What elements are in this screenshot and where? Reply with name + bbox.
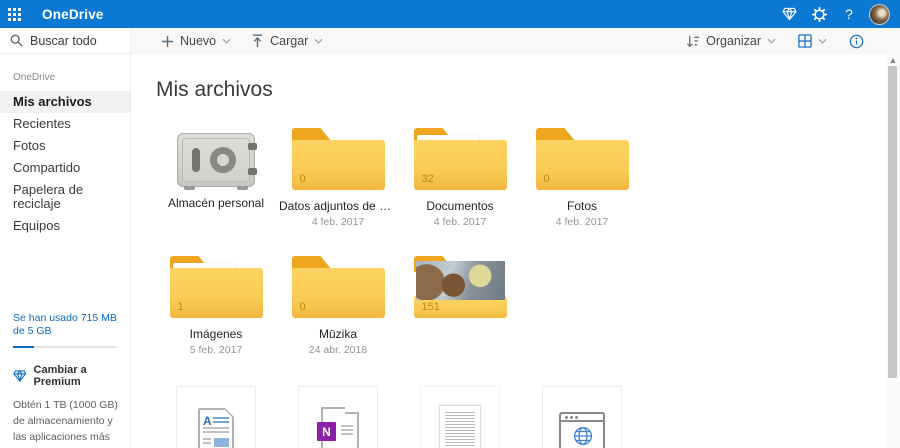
folder-with-photo-icon: 151: [413, 256, 507, 318]
chevron-down-icon: [314, 38, 323, 44]
sidebar-item-compartido[interactable]: Compartido: [0, 157, 130, 179]
storage-progress-bar: [13, 346, 117, 348]
avatar: [868, 3, 890, 25]
sidebar-item-fotos[interactable]: Fotos: [0, 135, 130, 157]
tile-word-file[interactable]: W: [399, 386, 521, 448]
scroll-up-arrow-icon[interactable]: ▲: [886, 54, 900, 66]
search-icon: [10, 34, 23, 47]
sidebar-item-papelera[interactable]: Papelera de reciclaje: [0, 179, 130, 215]
personal-vault-icon: [177, 133, 257, 190]
tile-imagenes[interactable]: 1 Imágenes 5 feb. 2017: [155, 256, 277, 356]
tile-date: 5 feb. 2017: [189, 344, 243, 356]
folder-item-count: 0: [299, 173, 306, 185]
tile-name: Datos adjuntos de corre...: [279, 199, 397, 213]
help-icon[interactable]: ?: [836, 1, 862, 27]
folder-item-count: 1: [177, 301, 184, 313]
content-area: Nuevo Cargar Organizar Mis archivos Alma…: [131, 28, 900, 448]
folder-item-count: 0: [299, 301, 306, 313]
tile-onenote-file[interactable]: N: [277, 386, 399, 448]
vertical-scrollbar[interactable]: ▲: [886, 54, 900, 448]
folder-icon: 32: [413, 128, 507, 190]
folder-row-2: 1 Imágenes 5 feb. 2017 0 Mūzika 24 abr. …: [155, 256, 886, 356]
new-button[interactable]: Nuevo: [155, 34, 237, 48]
storage-usage-link[interactable]: Se han usado 715 MB de 5 GB: [13, 312, 121, 338]
sidebar-item-equipos[interactable]: Equipos: [0, 215, 130, 237]
info-icon: [849, 34, 864, 48]
file-card: A: [176, 386, 256, 448]
search-box[interactable]: [0, 28, 130, 54]
tile-datos-adjuntos[interactable]: 0 Datos adjuntos de corre... 4 feb. 2017: [277, 128, 399, 228]
folder-item-count: 151: [421, 301, 440, 313]
folder-row-1: Almacén personal 0 Datos adjuntos de cor…: [155, 128, 886, 228]
sort-button[interactable]: Organizar: [680, 34, 782, 48]
app-title: OneDrive: [42, 6, 104, 22]
folder-icon: 0: [291, 256, 385, 318]
storage-progress-fill: [13, 346, 34, 348]
search-input[interactable]: [30, 33, 120, 48]
tile-web-file[interactable]: [521, 386, 643, 448]
app-launcher-waffle-icon[interactable]: [0, 0, 28, 28]
web-page-icon: [559, 412, 605, 448]
chevron-down-icon: [818, 38, 827, 44]
folder-photo-thumbnail: [415, 261, 505, 300]
top-bar: OneDrive ?: [0, 0, 900, 28]
premium-upsell: Cambiar a Premium Obtén 1 TB (1000 GB) d…: [13, 364, 121, 448]
account-avatar[interactable]: [866, 1, 892, 27]
file-row: A N: [155, 386, 886, 448]
word-document-preview: W: [439, 405, 481, 448]
onenote-icon: N: [317, 407, 359, 448]
tile-date: 4 feb. 2017: [433, 216, 487, 228]
chevron-down-icon: [222, 38, 231, 44]
tile-documentos[interactable]: 32 Documentos 4 feb. 2017: [399, 128, 521, 228]
storage-section: Se han usado 715 MB de 5 GB Cambiar a Pr…: [13, 312, 121, 448]
scrollbar-thumb[interactable]: [888, 66, 897, 378]
folder-item-count: 0: [543, 173, 550, 185]
tile-name: Imágenes: [189, 327, 243, 341]
folder-icon: 0: [535, 128, 629, 190]
premium-diamond-icon[interactable]: [776, 1, 802, 27]
grid-view-icon: [798, 34, 812, 48]
tile-muzika[interactable]: 0 Mūzika 24 abr. 2018: [277, 256, 399, 356]
file-card: W: [420, 386, 500, 448]
tile-fotos[interactable]: 0 Fotos 4 feb. 2017: [521, 128, 643, 228]
tile-name: Fotos: [566, 199, 597, 213]
command-bar: Nuevo Cargar Organizar: [131, 28, 900, 54]
upload-button[interactable]: Cargar: [245, 34, 329, 48]
sidebar-item-mis-archivos[interactable]: Mis archivos: [0, 91, 130, 113]
sidebar: OneDrive Mis archivos Recientes Fotos Co…: [0, 28, 131, 448]
file-card: [542, 386, 622, 448]
tile-name: Mūzika: [318, 327, 357, 341]
document-icon: A: [198, 408, 234, 448]
file-card: N: [298, 386, 378, 448]
sidebar-item-recientes[interactable]: Recientes: [0, 113, 130, 135]
tile-almacen-personal[interactable]: Almacén personal: [155, 128, 277, 228]
tile-date: 4 feb. 2017: [311, 216, 365, 228]
folder-icon: 0: [291, 128, 385, 190]
gear-icon[interactable]: [806, 1, 832, 27]
upload-icon: [252, 34, 263, 48]
tile-date: 24 abr. 2018: [308, 344, 368, 356]
details-pane-button[interactable]: [843, 34, 870, 49]
plus-icon: [161, 35, 174, 47]
premium-title[interactable]: Cambiar a Premium: [34, 364, 121, 388]
sort-icon: [687, 35, 700, 47]
tile-name: Almacén personal: [167, 196, 265, 210]
tile-name: Documentos: [426, 199, 494, 213]
tile-document-file[interactable]: A: [155, 386, 277, 448]
view-toggle-button[interactable]: [792, 34, 833, 48]
folder-icon: 1: [169, 256, 263, 318]
diamond-icon: [13, 370, 27, 383]
premium-description: Obtén 1 TB (1000 GB) de almacenamiento y…: [13, 399, 118, 448]
tile-date: 4 feb. 2017: [555, 216, 609, 228]
page-title: Mis archivos: [156, 78, 273, 101]
chevron-down-icon: [767, 38, 776, 44]
file-browser: Mis archivos Almacén personal 0 Datos ad…: [131, 54, 886, 448]
sidebar-section-label: OneDrive: [13, 72, 56, 83]
folder-item-count: 32: [421, 173, 434, 185]
tile-photo-folder[interactable]: 151: [399, 256, 521, 356]
